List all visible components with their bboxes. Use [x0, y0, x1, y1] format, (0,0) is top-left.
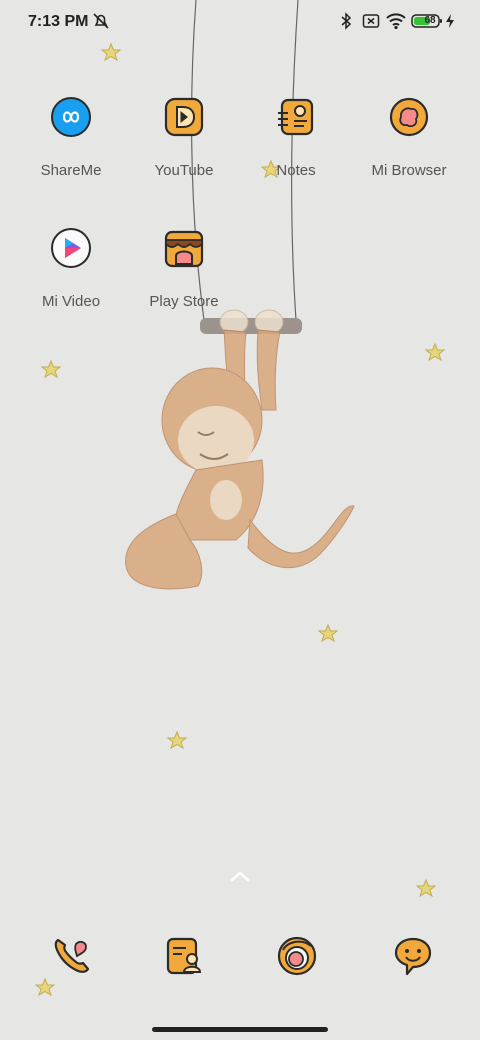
app-label: Notes	[276, 162, 316, 179]
app-mi-browser[interactable]: Mi Browser	[353, 95, 465, 179]
battery-level: 68	[424, 15, 436, 26]
status-time: 7:13 PM	[28, 13, 89, 30]
play-store-icon	[164, 230, 204, 268]
app-mi-video[interactable]: Mi Video	[15, 226, 127, 310]
bluetooth-icon	[341, 12, 352, 30]
shareme-icon	[51, 97, 91, 137]
sim-x-icon	[362, 14, 380, 28]
star	[415, 878, 437, 898]
star	[166, 730, 188, 750]
app-play-store[interactable]: Play Store	[128, 226, 240, 310]
messages-icon[interactable]	[391, 934, 435, 978]
monkey-illustration	[125, 309, 355, 590]
swing-bar	[200, 318, 302, 334]
chevron-up-icon[interactable]	[228, 868, 252, 884]
notes-icon	[278, 98, 314, 136]
phone-icon[interactable]	[50, 934, 94, 978]
star	[34, 977, 56, 997]
charging-bolt-icon	[446, 14, 454, 28]
wifi-icon	[386, 13, 406, 30]
app-label: Mi Video	[41, 293, 101, 310]
home-indicator[interactable]	[152, 1027, 328, 1032]
app-label: Mi Browser	[371, 162, 447, 179]
app-notes[interactable]: Notes	[240, 95, 352, 179]
app-label: YouTube	[154, 162, 214, 179]
youtube-icon	[164, 97, 204, 137]
star	[40, 359, 62, 379]
mi-video-icon	[51, 228, 91, 268]
alarm-off-icon	[93, 13, 109, 29]
status-bar: 7:13 PM 68	[0, 0, 480, 44]
app-youtube[interactable]: YouTube	[128, 95, 240, 179]
app-shareme[interactable]: ShareMe	[15, 95, 127, 179]
camera-icon[interactable]	[275, 934, 319, 978]
star	[100, 42, 122, 62]
app-label: ShareMe	[40, 162, 102, 179]
star	[317, 623, 339, 643]
mi-browser-icon	[389, 97, 429, 137]
app-label: Play Store	[149, 293, 219, 310]
star	[424, 342, 446, 362]
contacts-icon[interactable]	[162, 934, 206, 978]
